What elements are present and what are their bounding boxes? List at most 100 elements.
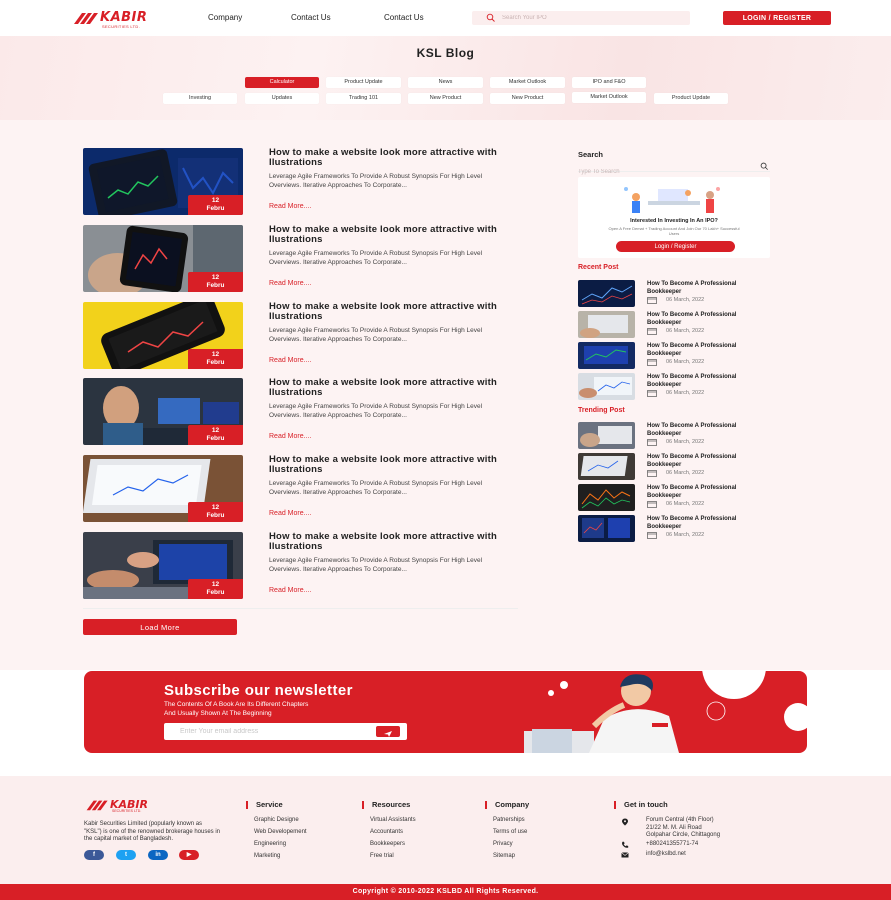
footer-link-bookkeepers[interactable]: Bookkeepers	[370, 841, 405, 847]
brand-logo[interactable]: KABIR SECURITIES LTD.	[72, 10, 164, 29]
login-register-button[interactable]: LOGIN / REGISTER	[723, 11, 831, 25]
read-more-link[interactable]: Read More....	[269, 510, 311, 517]
post-title[interactable]: How to make a website look more attracti…	[269, 532, 509, 552]
post-title[interactable]: How to make a website look more attracti…	[269, 225, 509, 245]
post-title[interactable]: How to make a website look more attracti…	[269, 302, 509, 322]
post-title[interactable]: How to make a website look more attracti…	[269, 378, 509, 398]
footer-resources-title: Resources	[362, 801, 410, 809]
category-chip-news[interactable]: News	[408, 77, 483, 88]
category-chip-market-outlook[interactable]: Market Outlook	[490, 77, 565, 88]
recent-post-item[interactable]: How To Become A Professional Bookkeeper …	[578, 373, 770, 401]
footer-link-web-development[interactable]: Web Developement	[254, 829, 307, 835]
search-icon[interactable]	[760, 162, 769, 171]
calendar-icon	[647, 470, 657, 477]
nav-contact-us[interactable]: Contact Us	[291, 13, 331, 22]
recent-post-item[interactable]: How To Become A Professional Bookkeeper …	[578, 342, 770, 370]
footer-link-privacy[interactable]: Privacy	[493, 841, 513, 847]
read-more-link[interactable]: Read More....	[269, 203, 311, 210]
footer-link-virtual-assistants[interactable]: Virtual Assistants	[370, 817, 416, 823]
nav-company[interactable]: Company	[208, 13, 242, 22]
site-header: KABIR SECURITIES LTD. Company Contact Us…	[0, 0, 891, 36]
newsletter-illustration	[524, 671, 807, 753]
post-title[interactable]: How to make a website look more attracti…	[269, 148, 509, 168]
category-chip-calculator[interactable]: Calculator	[245, 77, 319, 88]
linkedin-icon[interactable]: in	[148, 850, 168, 860]
category-chip-product-update[interactable]: Product Update	[326, 77, 401, 88]
footer-link-marketing[interactable]: Marketing	[254, 853, 280, 859]
blog-post-card: 12 Febru How to make a website look more …	[83, 532, 523, 600]
sidebar-search-input[interactable]	[578, 169, 748, 175]
calendar-icon	[647, 501, 657, 508]
recent-post-date: 06 March, 2022	[666, 297, 705, 303]
sidebar-search	[578, 160, 770, 175]
footer-link-terms[interactable]: Terms of use	[493, 829, 527, 835]
newsletter-email-field	[164, 723, 407, 740]
post-title[interactable]: How to make a website look more attracti…	[269, 455, 509, 475]
ipo-promo-card: Interested In Investing In An IPO? Open …	[578, 177, 770, 258]
trending-post-item[interactable]: How To Become A Professional Bookkeeper …	[578, 515, 770, 543]
sidebar-search-title: Search	[578, 150, 604, 159]
trending-post-date: 06 March, 2022	[666, 532, 705, 538]
newsletter-email-input[interactable]	[180, 726, 370, 737]
category-chip-trading-101[interactable]: Trading 101	[326, 93, 401, 104]
blog-post-card: 12 Febru How to make a website look more …	[83, 378, 523, 446]
recent-post-title: How To Become A Professional Bookkeeper	[647, 374, 737, 388]
calendar-icon	[647, 359, 657, 366]
footer-email[interactable]: info@kslbd.net	[646, 851, 686, 859]
post-excerpt: Leverage Agile Frameworks To Provide A R…	[269, 250, 483, 266]
recent-post-thumbnail	[578, 311, 635, 338]
recent-post-item[interactable]: How To Become A Professional Bookkeeper …	[578, 280, 770, 308]
read-more-link[interactable]: Read More....	[269, 280, 311, 287]
trending-post-title: Trending Post	[578, 407, 625, 414]
category-chip-updates[interactable]: Updates	[245, 93, 319, 104]
category-chip-ipo-fo[interactable]: IPO and F&O	[572, 77, 646, 88]
location-icon	[622, 818, 628, 826]
footer-link-sitemap[interactable]: Sitemap	[493, 853, 515, 859]
facebook-icon[interactable]: f	[84, 850, 104, 860]
recent-post-title: How To Become A Professional Bookkeeper	[647, 281, 737, 295]
footer-address: Forum Central (4th Floor) 21/22 M. M. Ali…	[646, 817, 721, 838]
category-chip-new-product[interactable]: New Product	[408, 93, 483, 104]
post-date-badge: 12 Febru	[188, 502, 243, 522]
recent-post-date: 06 March, 2022	[666, 328, 705, 334]
category-chip-market-outlook-2[interactable]: Market Outlook	[572, 92, 646, 103]
footer-logo[interactable]: KABIR SECURITIES LTD.	[84, 798, 176, 814]
footer-description: Kabir Securities Limited (popularly know…	[84, 821, 221, 842]
youtube-icon[interactable]: ▶	[179, 850, 199, 860]
footer-link-accountants[interactable]: Accountants	[370, 829, 403, 835]
trending-post-item[interactable]: How To Become A Professional Bookkeeper …	[578, 484, 770, 512]
trending-post-item[interactable]: How To Become A Professional Bookkeeper …	[578, 453, 770, 481]
trending-post-item[interactable]: How To Become A Professional Bookkeeper …	[578, 422, 770, 450]
trending-post-date: 06 March, 2022	[666, 470, 705, 476]
trending-post-title: How To Become A Professional Bookkeeper	[647, 516, 737, 530]
trending-post-date: 06 March, 2022	[666, 439, 705, 445]
footer-link-partnerships[interactable]: Patnerships	[493, 817, 525, 823]
ipo-login-register-button[interactable]: Login / Register	[616, 241, 735, 252]
newsletter-send-button[interactable]	[376, 726, 400, 737]
read-more-link[interactable]: Read More....	[269, 357, 311, 364]
logo-name: KABIR	[100, 10, 148, 25]
post-excerpt: Leverage Agile Frameworks To Provide A R…	[269, 173, 483, 189]
trending-post-date: 06 March, 2022	[666, 501, 705, 507]
blog-post-card: 12 Febru How to make a website look more …	[83, 225, 523, 293]
category-chip-product-update-2[interactable]: Product Update	[654, 93, 728, 104]
read-more-link[interactable]: Read More....	[269, 433, 311, 440]
load-more-button[interactable]: Load More	[83, 619, 237, 635]
email-icon	[621, 852, 629, 858]
ipo-search-input[interactable]	[502, 12, 682, 24]
recent-post-item[interactable]: How To Become A Professional Bookkeeper …	[578, 311, 770, 339]
footer-link-free-trial[interactable]: Free trial	[370, 853, 394, 859]
category-chip-new-product-2[interactable]: New Product	[490, 93, 565, 104]
footer-phone[interactable]: +880241355771-74	[646, 841, 698, 849]
ipo-illustration	[624, 187, 720, 213]
read-more-link[interactable]: Read More....	[269, 587, 311, 594]
page-title: KSL Blog	[416, 46, 475, 60]
nav-contact-us-2[interactable]: Contact Us	[384, 13, 424, 22]
blog-post-card: 12 Febru How to make a website look more …	[83, 302, 523, 370]
footer-link-engineering[interactable]: Engineering	[254, 841, 286, 847]
footer-logo-subtitle: SECURITIES LTD.	[112, 809, 142, 813]
newsletter-title: Subscribe our newsletter	[164, 682, 353, 699]
category-chip-investing[interactable]: Investing	[163, 93, 237, 104]
footer-link-graphic-design[interactable]: Graphic Designe	[254, 817, 299, 823]
twitter-icon[interactable]: t	[116, 850, 136, 860]
